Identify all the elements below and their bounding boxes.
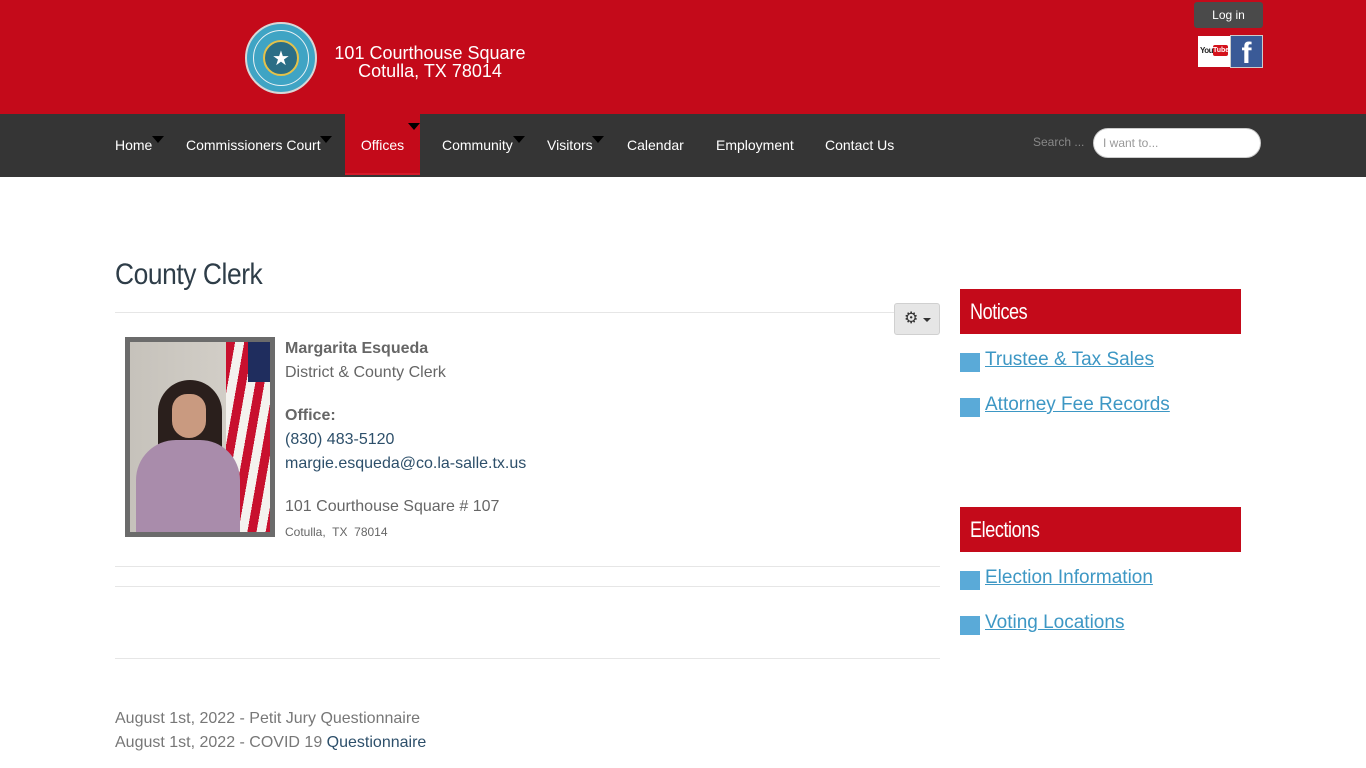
notice-petit-jury-text[interactable]: August 1st, 2022 - Petit Jury Questionna… [115, 710, 420, 727]
office-phone[interactable]: (830) 483-5120 [285, 431, 394, 449]
main-nav: Home Commissioners Court Offices Communi… [0, 114, 1366, 177]
nav-item-calendar[interactable]: Calendar [627, 114, 684, 177]
login-button[interactable]: Log in [1194, 2, 1263, 28]
nav-item-contact-us[interactable]: Contact Us [825, 114, 894, 177]
nav-item-community[interactable]: Community [442, 114, 513, 177]
header-address: 101 Courthouse Square Cotulla, TX 78014 [330, 44, 530, 80]
section-divider [115, 566, 940, 567]
search-input[interactable] [1093, 128, 1261, 158]
office-email-link[interactable]: margie.esqueda@co.la-salle.tx.us [285, 455, 526, 473]
office-address-line2: Cotulla, TX 78014 [285, 525, 388, 539]
chevron-down-icon [923, 318, 931, 322]
nav-item-commissioners-court[interactable]: Commissioners Court [186, 114, 321, 177]
gear-icon: ⚙ [904, 308, 919, 327]
site-header: ★ 101 Courthouse Square Cotulla, TX 7801… [0, 0, 1366, 114]
staff-photo [125, 337, 275, 537]
nav-item-employment[interactable]: Employment [716, 114, 794, 177]
visitors-dropdown-caret-icon[interactable] [592, 136, 604, 143]
header-address-line2: Cotulla, TX 78014 [358, 61, 502, 81]
flag-canton [248, 342, 270, 382]
elections-heading: Elections [960, 507, 1241, 552]
notice-covid-text: August 1st, 2022 - COVID 19 [115, 734, 327, 751]
covid-questionnaire-link[interactable]: Questionnaire [327, 734, 427, 751]
page-title: County Clerk [115, 258, 263, 291]
offices-dropdown-caret-icon[interactable] [408, 123, 420, 130]
attorney-fee-records-link[interactable]: Attorney Fee Records [985, 394, 1170, 416]
section-divider [115, 658, 940, 659]
staff-role: District & County Clerk [285, 364, 446, 381]
notice-covid-questionnaire: August 1st, 2022 - COVID 19 Questionnair… [115, 734, 426, 752]
office-address-line1: 101 Courthouse Square # 107 [285, 498, 500, 515]
bullet-square-icon [960, 616, 980, 635]
bullet-square-icon [960, 353, 980, 372]
voting-locations-link[interactable]: Voting Locations [985, 612, 1124, 634]
facebook-icon[interactable]: f [1230, 35, 1263, 68]
youtube-you-text: You [1200, 46, 1214, 55]
notice-petit-jury[interactable]: August 1st, 2022 - Petit Jury Questionna… [115, 710, 420, 728]
trustee-tax-sales-link[interactable]: Trustee & Tax Sales [985, 349, 1154, 371]
bullet-square-icon [960, 398, 980, 417]
election-information-link[interactable]: Election Information [985, 567, 1153, 589]
staff-photo-image [130, 342, 270, 532]
commissioners-court-dropdown-caret-icon[interactable] [320, 136, 332, 143]
search-label: Search ... [1033, 135, 1085, 149]
county-seal-logo[interactable]: ★ [245, 22, 317, 94]
staff-name: Margarita Esqueda [285, 340, 429, 357]
office-label: Office: [285, 407, 336, 424]
notices-heading-text: Notices [970, 299, 1028, 324]
header-address-line1: 101 Courthouse Square [334, 43, 526, 63]
community-dropdown-caret-icon[interactable] [513, 136, 525, 143]
module-options-button[interactable]: ⚙ [894, 303, 940, 335]
seal-center: ★ [263, 40, 299, 76]
seal-star-icon: ★ [272, 46, 290, 70]
youtube-tube-text: Tube [1213, 45, 1230, 56]
youtube-icon[interactable]: You Tube [1198, 36, 1230, 67]
nav-item-visitors[interactable]: Visitors [547, 114, 593, 177]
notices-heading: Notices [960, 289, 1241, 334]
bullet-square-icon [960, 571, 980, 590]
nav-item-home[interactable]: Home [115, 114, 152, 177]
home-dropdown-caret-icon[interactable] [152, 136, 164, 143]
title-divider [115, 312, 940, 313]
elections-heading-text: Elections [970, 517, 1040, 542]
section-divider [115, 586, 940, 587]
